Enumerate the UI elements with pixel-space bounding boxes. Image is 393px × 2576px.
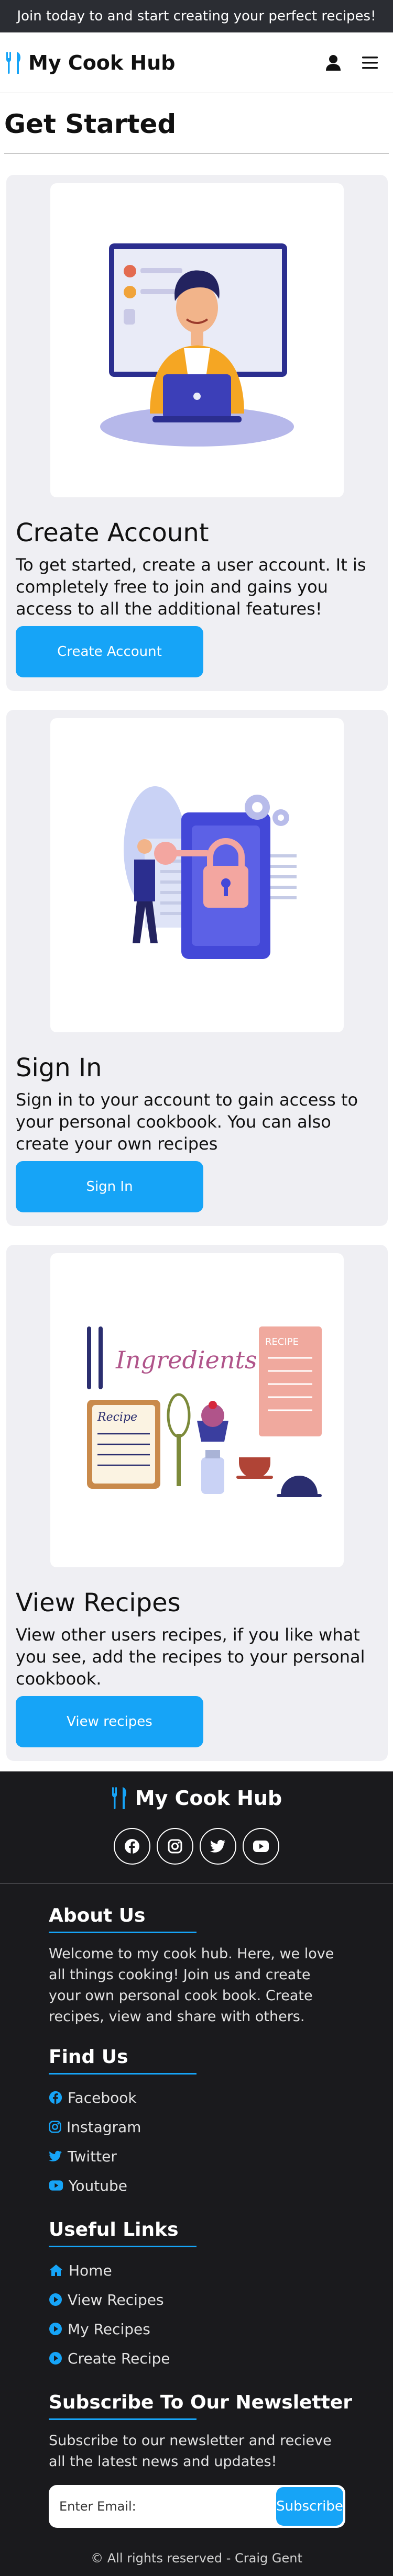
- newsletter-text: Subscribe to our newsletter and recieve …: [49, 2433, 332, 2470]
- newsletter-form: Subscribe: [49, 2485, 345, 2528]
- sign-in-illustration: [50, 718, 344, 1032]
- facebook-label: Facebook: [68, 2089, 137, 2106]
- footer-brand-name: My Cook Hub: [135, 1787, 282, 1810]
- menu-icon: [362, 56, 378, 69]
- twitter-icon: [49, 2150, 62, 2161]
- instagram-icon: [49, 2121, 61, 2133]
- find-us-section: Find Us Facebook Instagram Twitter Youtu…: [49, 2046, 393, 2200]
- view-recipes-illustration: Ingredients RECIPE Recipe: [50, 1253, 344, 1567]
- instagram-link[interactable]: Instagram: [49, 2112, 393, 2142]
- padlock-key-image: [124, 786, 297, 959]
- recipe-card-text: Recipe: [97, 1411, 137, 1424]
- site-footer: My Cook Hub About Us Welcome to my cook …: [0, 1771, 393, 2576]
- account-button[interactable]: [318, 47, 349, 79]
- facebook-button[interactable]: [114, 1828, 150, 1865]
- newsletter-section: Subscribe To Our Newsletter Subscribe to…: [49, 2392, 393, 2528]
- heading-underline: [49, 2073, 196, 2075]
- social-links: [0, 1828, 393, 1865]
- heading-underline: [49, 1932, 196, 1933]
- youtube-icon: [253, 1841, 269, 1852]
- email-input[interactable]: [51, 2487, 276, 2526]
- footer-top: My Cook Hub: [0, 1771, 393, 1884]
- user-icon: [326, 54, 341, 71]
- card-sign-in: Sign In Sign in to your account to gain …: [6, 710, 388, 1226]
- card-text: To get started, create a user account. I…: [16, 555, 366, 619]
- footer-brand[interactable]: My Cook Hub: [111, 1786, 282, 1810]
- card-view-recipes: Ingredients RECIPE Recipe View Recipes V…: [6, 1245, 388, 1761]
- recipe-note-text: RECIPE: [265, 1336, 299, 1347]
- youtube-link[interactable]: Youtube: [49, 2171, 393, 2200]
- youtube-icon: [49, 2180, 63, 2191]
- recipes-collage-image: Ingredients RECIPE Recipe: [87, 1326, 322, 1497]
- useful-links-section: Useful Links Home View Recipes My Recipe…: [49, 2219, 393, 2373]
- home-label: Home: [69, 2261, 112, 2279]
- about-heading: About Us: [49, 1905, 146, 1926]
- utensils-icon: [112, 1787, 126, 1809]
- play-circle-icon: [49, 2323, 62, 2335]
- heading-underline: [49, 2246, 196, 2247]
- title-divider: [4, 153, 389, 154]
- create-recipe-link[interactable]: Create Recipe: [49, 2344, 393, 2373]
- footer-body: About Us Welcome to my cook hub. Here, w…: [0, 1884, 393, 2533]
- subscribe-button[interactable]: Subscribe: [276, 2487, 343, 2526]
- menu-toggle-button[interactable]: [354, 47, 386, 79]
- find-us-heading: Find Us: [49, 2046, 128, 2068]
- facebook-link[interactable]: Facebook: [49, 2083, 393, 2112]
- card-text: View other users recipes, if you like wh…: [16, 1625, 365, 1689]
- create-recipe-label: Create Recipe: [68, 2349, 170, 2367]
- card-text: Sign in to your account to gain access t…: [16, 1090, 358, 1154]
- useful-links-list: Home View Recipes My Recipes Create Reci…: [49, 2256, 393, 2373]
- home-link[interactable]: Home: [49, 2256, 393, 2285]
- create-account-button[interactable]: Create Account: [16, 626, 203, 677]
- sign-in-button[interactable]: Sign In: [16, 1161, 203, 1212]
- twitter-link[interactable]: Twitter: [49, 2142, 393, 2171]
- utensils-icon: [6, 51, 21, 74]
- find-us-list: Facebook Instagram Twitter Youtube: [49, 2083, 393, 2200]
- card-title: View Recipes: [16, 1588, 181, 1618]
- about-text: Welcome to my cook hub. Here, we love al…: [49, 1946, 334, 2025]
- about-section: About Us Welcome to my cook hub. Here, w…: [49, 1905, 393, 2027]
- my-recipes-link[interactable]: My Recipes: [49, 2314, 393, 2344]
- heading-underline: [49, 2418, 196, 2420]
- instagram-button[interactable]: [157, 1828, 193, 1865]
- instagram-icon: [168, 1839, 182, 1854]
- play-circle-icon: [49, 2352, 62, 2365]
- newsletter-heading: Subscribe To Our Newsletter: [49, 2392, 353, 2413]
- useful-links-heading: Useful Links: [49, 2219, 179, 2240]
- view-recipes-button[interactable]: View recipes: [16, 1696, 203, 1747]
- create-account-illustration: [50, 183, 344, 497]
- card-title: Sign In: [16, 1053, 102, 1083]
- view-recipes-label: View Recipes: [68, 2291, 164, 2309]
- home-icon: [49, 2265, 63, 2276]
- card-title: Create Account: [16, 518, 209, 548]
- my-recipes-label: My Recipes: [68, 2320, 150, 2338]
- twitter-icon: [210, 1839, 225, 1853]
- copyright: © All rights reserved - Craig Gent: [91, 2551, 302, 2566]
- navbar: My Cook Hub: [0, 32, 393, 93]
- youtube-button[interactable]: [243, 1828, 279, 1865]
- play-circle-icon: [49, 2293, 62, 2306]
- instagram-label: Instagram: [67, 2118, 141, 2136]
- person-laptop-image: [100, 243, 294, 447]
- twitter-button[interactable]: [200, 1828, 236, 1865]
- youtube-label: Youtube: [69, 2177, 127, 2194]
- card-create-account: Create Account To get started, create a …: [6, 175, 388, 691]
- page-title: Get Started: [4, 109, 177, 139]
- brand-link[interactable]: My Cook Hub: [5, 51, 175, 75]
- banner-text: Join today to and start creating your pe…: [17, 8, 376, 24]
- facebook-icon: [49, 2091, 62, 2104]
- facebook-icon: [125, 1839, 139, 1854]
- view-recipes-link[interactable]: View Recipes: [49, 2285, 393, 2314]
- brand-name: My Cook Hub: [28, 51, 176, 74]
- ingredients-script-text: Ingredients: [115, 1346, 257, 1374]
- twitter-label: Twitter: [68, 2147, 117, 2165]
- top-banner: Join today to and start creating your pe…: [0, 0, 393, 32]
